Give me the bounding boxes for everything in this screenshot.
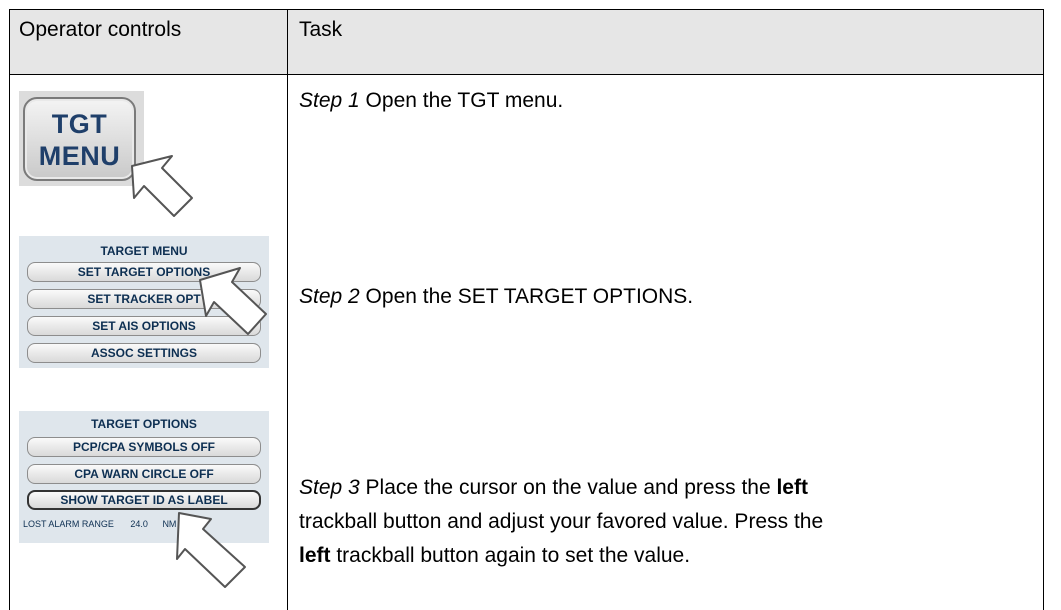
target-menu-title: TARGET MENU xyxy=(100,244,188,258)
step-3-line-2: trackball button and adjust your favored… xyxy=(299,510,824,533)
step-3-text-c: trackball button again to set the value. xyxy=(330,544,691,567)
step-1-description: Open the TGT menu. xyxy=(359,89,564,112)
step-3-line-3: left trackball button again to set the v… xyxy=(299,539,823,573)
cursor-arrow-icon xyxy=(199,267,267,335)
step-3-text: Step 3 Place the cursor on the value and… xyxy=(299,471,823,573)
step-3-line-1: Step 3 Place the cursor on the value and… xyxy=(299,471,823,505)
target-options-title: TARGET OPTIONS xyxy=(91,417,197,431)
header-task: Task xyxy=(299,18,343,41)
lost-alarm-range-value[interactable]: 24.0 xyxy=(130,519,148,529)
table-border-header-bottom xyxy=(9,74,1044,75)
cpa-warn-circle-button[interactable]: CPA WARN CIRCLE OFF xyxy=(27,464,261,484)
step-3-bold-left-2: left xyxy=(299,544,331,567)
step-1-text: Step 1 Open the TGT menu. xyxy=(299,84,563,118)
cursor-arrow-icon xyxy=(131,155,193,217)
table-border-top xyxy=(9,9,1044,10)
table-column-divider xyxy=(287,9,288,610)
lost-alarm-range-label: LOST ALARM RANGE xyxy=(23,519,114,529)
header-operator-controls: Operator controls xyxy=(19,18,182,41)
tgt-button-line1: TGT xyxy=(51,109,108,139)
step-3-label: Step 3 xyxy=(299,476,360,499)
assoc-settings-button[interactable]: ASSOC SETTINGS xyxy=(27,343,261,363)
pcp-cpa-symbols-button[interactable]: PCP/CPA SYMBOLS OFF xyxy=(27,437,261,457)
lost-alarm-range-row: LOST ALARM RANGE 24.0 NM xyxy=(23,519,176,529)
table-border-right xyxy=(1043,9,1044,610)
step-3-text-a: Place the cursor on the value and press … xyxy=(359,476,777,499)
table-border-left xyxy=(9,9,10,610)
step-1-label: Step 1 xyxy=(299,89,360,112)
step-2-description: Open the SET TARGET OPTIONS. xyxy=(359,285,694,308)
step-2-text: Step 2 Open the SET TARGET OPTIONS. xyxy=(299,280,693,314)
step-3-bold-left-1: left xyxy=(776,476,808,499)
cursor-arrow-icon xyxy=(176,512,246,588)
step-2-label: Step 2 xyxy=(299,285,360,308)
